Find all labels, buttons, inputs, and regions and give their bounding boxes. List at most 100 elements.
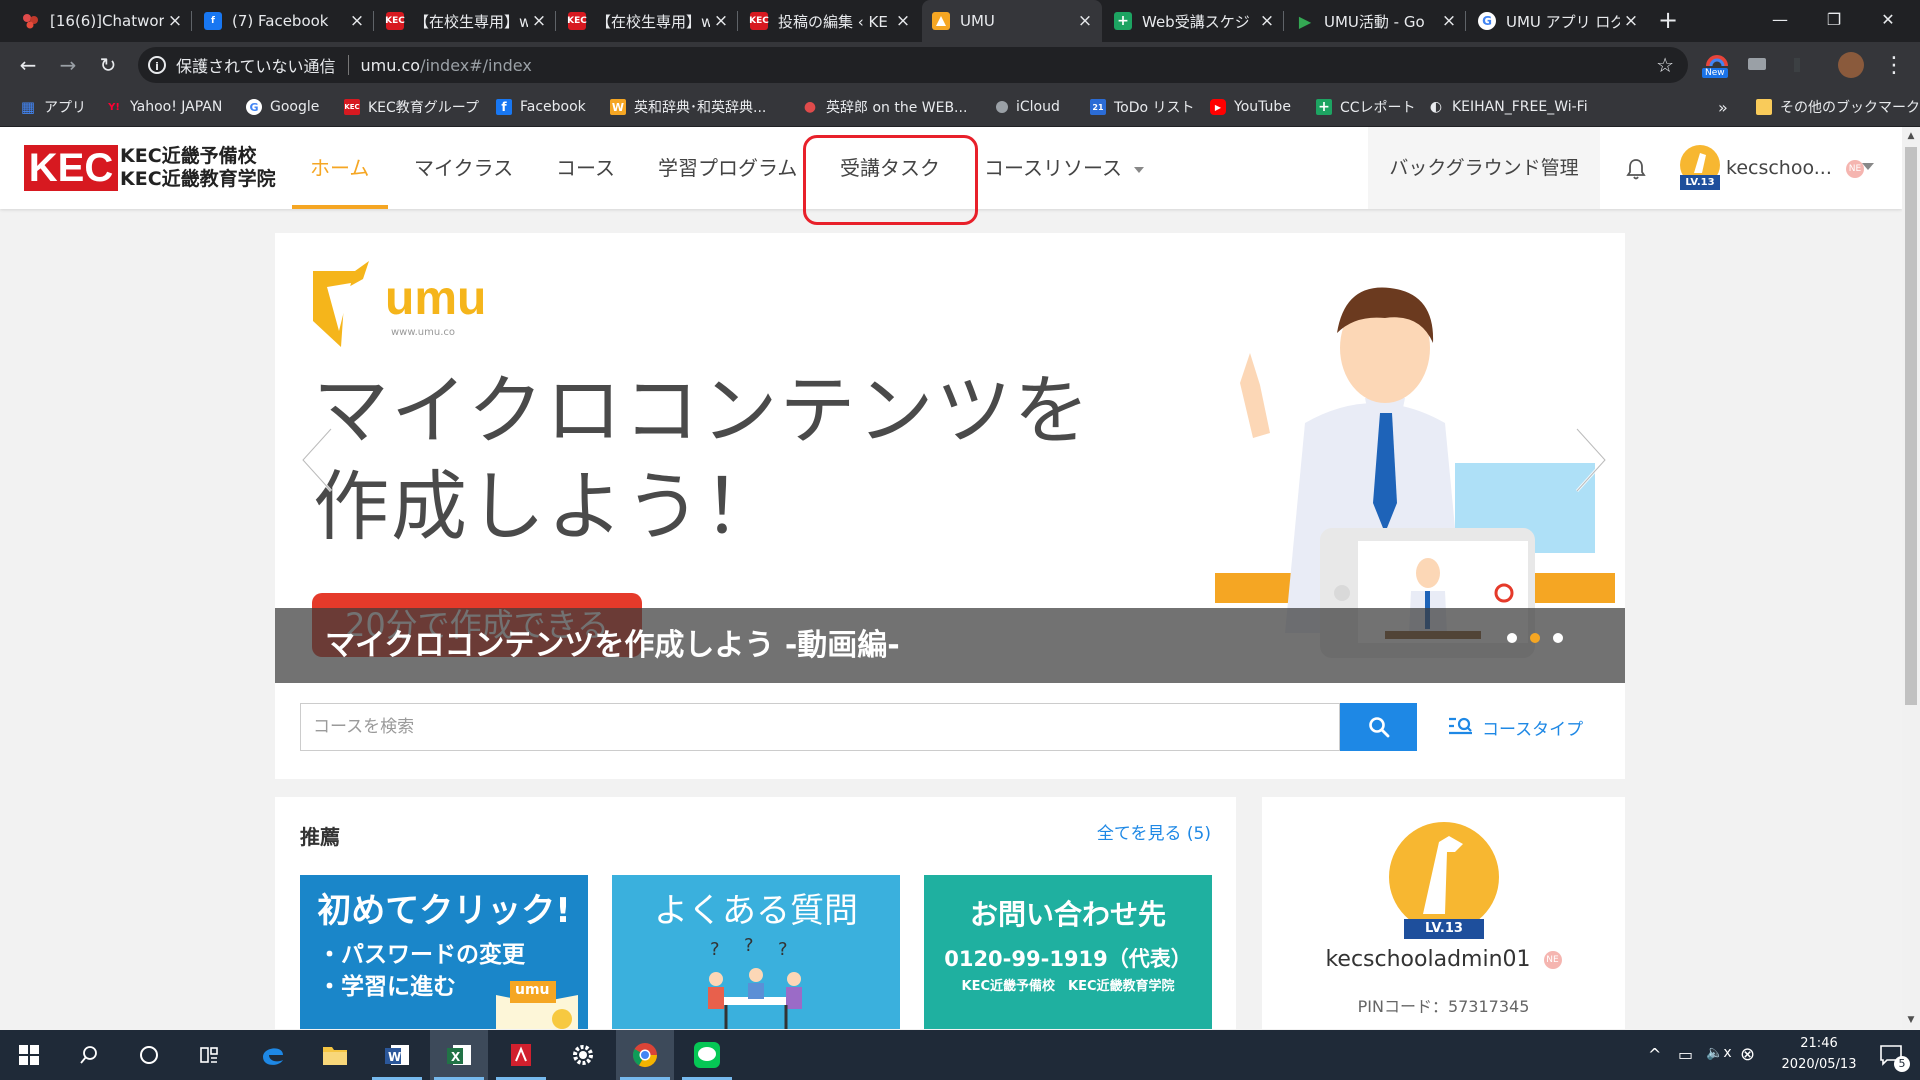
- bell-icon[interactable]: [1624, 157, 1648, 181]
- bookmarks-overflow-button[interactable]: »: [1718, 88, 1728, 126]
- scroll-up-arrow-icon[interactable]: ▲: [1902, 127, 1920, 145]
- bookmark-yahoo[interactable]: Y! Yahoo! JAPAN: [106, 88, 222, 126]
- hero-carousel[interactable]: umu www.umu.co マイクロコンテンツを 作成しよう！ 20分で作成で…: [275, 233, 1625, 683]
- taskbar-edge[interactable]: [244, 1030, 302, 1080]
- bookmark-star-icon[interactable]: ☆: [1656, 53, 1674, 77]
- nav-active-indicator: [292, 205, 388, 209]
- play-favicon: ▶: [1298, 11, 1312, 31]
- bookmark-icloud[interactable]: iCloud: [996, 88, 1060, 126]
- profile-avatar-icon[interactable]: [1838, 52, 1864, 78]
- tab-close-icon[interactable]: ×: [1438, 11, 1460, 31]
- course-card-first-click[interactable]: 初めてクリック! ・パスワードの変更 ・学習に進む umu: [300, 875, 588, 1029]
- restore-button[interactable]: ❐: [1808, 0, 1860, 38]
- browser-tab-kec-1[interactable]: KEC 【在校生専用】w ×: [376, 0, 556, 42]
- extension-icon[interactable]: New: [1702, 52, 1730, 78]
- minimize-button[interactable]: —: [1754, 0, 1806, 38]
- view-all-link[interactable]: 全てを見る (5): [1097, 819, 1211, 844]
- browser-tab-kec-2[interactable]: KEC 【在校生専用】w ×: [558, 0, 738, 42]
- tab-close-icon[interactable]: ×: [1620, 11, 1642, 31]
- user-menu-caret-icon[interactable]: [1862, 163, 1874, 170]
- umu-logo: umu www.umu.co: [311, 261, 491, 347]
- tab-close-icon[interactable]: ×: [164, 11, 186, 31]
- bookmark-eijiro[interactable]: ● 英辞郎 on the WEB...: [802, 88, 968, 126]
- background-management-button[interactable]: バックグラウンド管理: [1368, 127, 1600, 209]
- bookmark-youtube[interactable]: ▶ YouTube: [1210, 88, 1291, 126]
- forward-button[interactable]: →: [54, 51, 82, 79]
- task-view-button[interactable]: [180, 1030, 238, 1080]
- bookmark-keihan-wifi[interactable]: ◐ KEIHAN_FREE_Wi-Fi: [1428, 88, 1588, 126]
- volume-muted-icon[interactable]: 🔈x: [1706, 1045, 1732, 1061]
- browser-menu-icon[interactable]: ⋮: [1880, 51, 1908, 79]
- tab-close-icon[interactable]: ×: [1256, 11, 1278, 31]
- course-search-input[interactable]: [300, 703, 1340, 751]
- kec-logo[interactable]: KEC KEC近畿予備校 KEC近畿教育学院: [24, 143, 276, 193]
- back-button[interactable]: ←: [14, 51, 42, 79]
- tab-close-icon[interactable]: ×: [528, 11, 550, 31]
- taskbar-line[interactable]: [678, 1030, 736, 1080]
- taskbar-excel[interactable]: X: [430, 1030, 488, 1080]
- taskbar-acrobat[interactable]: [492, 1030, 550, 1080]
- bookmark-facebook[interactable]: f Facebook: [496, 88, 586, 126]
- tab-close-icon[interactable]: ×: [1074, 11, 1096, 31]
- course-type-filter[interactable]: コースタイプ: [1448, 703, 1583, 751]
- tab-close-icon[interactable]: ×: [346, 11, 368, 31]
- scroll-down-arrow-icon[interactable]: ▼: [1902, 1011, 1920, 1029]
- browser-tab-kec-edit[interactable]: KEC 投稿の編集 ‹ KE ×: [740, 0, 920, 42]
- search-button[interactable]: [1340, 703, 1417, 751]
- svg-text:?: ?: [710, 939, 720, 960]
- scrollbar-thumb[interactable]: [1905, 147, 1917, 705]
- bookmark-cc-report[interactable]: + CCレポート: [1316, 88, 1416, 126]
- nav-learning-program[interactable]: 学習プログラム: [658, 127, 797, 209]
- taskbar-settings[interactable]: [554, 1030, 612, 1080]
- taskbar-search-button[interactable]: [60, 1030, 118, 1080]
- bookmark-google[interactable]: G Google: [246, 88, 319, 126]
- course-card-contact[interactable]: お問い合わせ先 0120-99-1919（代表） KEC近畿予備校 KEC近畿教…: [924, 875, 1212, 1029]
- bookmark-todo[interactable]: 21 ToDo リスト: [1090, 88, 1195, 126]
- taskbar-file-explorer[interactable]: [306, 1030, 364, 1080]
- windows-start-button[interactable]: [0, 1030, 58, 1080]
- browser-tab-umu-activity[interactable]: ▶ UMU活動 - Go ×: [1286, 0, 1466, 42]
- new-tab-button[interactable]: +: [1654, 8, 1682, 34]
- taskbar-chrome[interactable]: [616, 1030, 674, 1080]
- address-bar[interactable]: i 保護されていない通信 umu.co /index#/index ☆: [138, 47, 1688, 83]
- clock-time[interactable]: 21:46: [1774, 1036, 1864, 1051]
- avatar[interactable]: [1389, 822, 1499, 932]
- close-window-button[interactable]: ✕: [1862, 0, 1914, 38]
- carousel-dot-3[interactable]: [1553, 633, 1563, 643]
- battery-icon[interactable]: ▭: [1678, 1045, 1693, 1064]
- search-icon: [1368, 717, 1389, 738]
- tray-overflow-icon[interactable]: ^: [1648, 1045, 1661, 1064]
- course-card-faq[interactable]: よくある質問 ? ? ?: [612, 875, 900, 1029]
- nav-course-resources[interactable]: コースリソース: [984, 127, 1145, 209]
- carousel-dot-2[interactable]: [1530, 633, 1540, 643]
- page-scrollbar[interactable]: ▲ ▼: [1902, 127, 1920, 1029]
- avatar[interactable]: LV.13: [1680, 145, 1720, 190]
- bookmark-apps[interactable]: ▦ アプリ: [20, 88, 86, 126]
- tab-close-icon[interactable]: ×: [892, 11, 914, 31]
- nav-my-class[interactable]: マイクラス: [414, 127, 513, 209]
- tab-close-icon[interactable]: ×: [710, 11, 732, 31]
- header-username[interactable]: kecschoo... NE: [1726, 127, 1864, 209]
- browser-tab-umu-app-login[interactable]: G UMU アプリ ログ ×: [1468, 0, 1648, 42]
- cortana-button[interactable]: [120, 1030, 178, 1080]
- nav-courses[interactable]: コース: [556, 127, 615, 209]
- carousel-prev-arrow-icon[interactable]: [297, 425, 337, 495]
- bookmark-kec[interactable]: KEC KEC教育グループ: [344, 88, 479, 126]
- network-disconnected-icon[interactable]: ⊗: [1740, 1044, 1755, 1065]
- browser-tab-web-schedule[interactable]: + Web受講スケジ ×: [1104, 0, 1284, 42]
- bookmark-weblio[interactable]: W 英和辞典･和英辞典...: [610, 88, 766, 126]
- other-bookmarks[interactable]: その他のブックマーク: [1756, 88, 1920, 126]
- browser-tab-facebook[interactable]: f (7) Facebook ×: [194, 0, 374, 42]
- clock-date[interactable]: 2020/05/13: [1774, 1057, 1864, 1072]
- browser-tab-umu-active[interactable]: UMU ×: [922, 0, 1102, 42]
- taskbar-word[interactable]: W: [368, 1030, 426, 1080]
- cast-icon[interactable]: [1744, 52, 1770, 78]
- info-icon[interactable]: i: [148, 56, 166, 74]
- carousel-dot-1[interactable]: [1507, 633, 1517, 643]
- browser-tab-chatwork[interactable]: [16(6)]Chatwork ×: [12, 0, 192, 42]
- reload-button[interactable]: ↻: [94, 51, 122, 79]
- nav-home[interactable]: ホーム: [310, 127, 369, 209]
- extension-icon-2[interactable]: [1784, 52, 1810, 78]
- notification-center-button[interactable]: 5: [1862, 1030, 1920, 1080]
- carousel-next-arrow-icon[interactable]: [1571, 425, 1611, 495]
